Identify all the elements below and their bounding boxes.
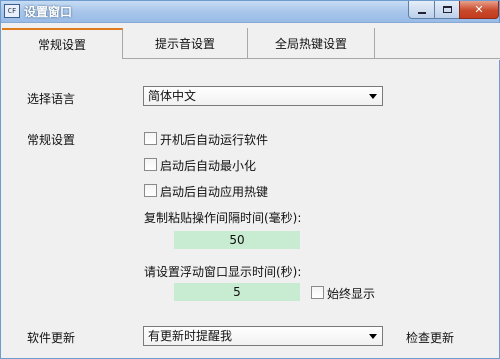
check-update-button[interactable]: 检查更新	[406, 329, 454, 346]
tab-sound-settings[interactable]: 提示音设置	[123, 28, 248, 59]
tab-hotkey-settings[interactable]: 全局热键设置	[248, 28, 375, 59]
tab-divider	[123, 58, 500, 59]
language-select[interactable]: 简体中文	[143, 86, 383, 106]
always-show-checkbox[interactable]	[311, 286, 324, 299]
maximize-icon	[442, 6, 452, 13]
float-window-time-input[interactable]: 5	[174, 283, 300, 301]
auto-hotkey-label[interactable]: 启动后自动应用热键	[160, 183, 268, 200]
minimize-icon	[417, 11, 426, 14]
maximize-button[interactable]	[434, 1, 460, 19]
close-icon: ✕	[474, 3, 484, 16]
title-bar[interactable]: CF 设置窗口 ✕	[1, 1, 499, 23]
tab-general-settings[interactable]: 常规设置	[2, 28, 123, 59]
always-show-label[interactable]: 始终显示	[327, 285, 375, 302]
auto-minimize-checkbox[interactable]	[144, 158, 157, 171]
autostart-label[interactable]: 开机后自动运行软件	[160, 131, 268, 148]
dropdown-arrow-icon	[369, 334, 377, 339]
copy-paste-interval-input[interactable]: 50	[174, 231, 300, 249]
auto-hotkey-checkbox[interactable]	[144, 184, 157, 197]
language-label: 选择语言	[27, 92, 76, 106]
copy-paste-interval-label: 复制粘贴操作间隔时间(毫秒):	[144, 211, 302, 225]
settings-window: CF 设置窗口 ✕ 常规设置 提示音设置 全局热键设置 选择语言 简体中文 常规…	[0, 0, 500, 359]
update-label: 软件更新	[27, 331, 76, 345]
close-button[interactable]: ✕	[459, 1, 499, 19]
window-title: 设置窗口	[24, 5, 73, 19]
auto-minimize-label[interactable]: 启动后自动最小化	[160, 157, 256, 174]
autostart-checkbox[interactable]	[144, 132, 157, 145]
minimize-button[interactable]	[408, 1, 435, 19]
dropdown-arrow-icon	[369, 94, 377, 99]
float-window-time-label: 请设置浮动窗口显示时间(秒):	[144, 265, 302, 279]
language-select-value: 简体中文	[148, 89, 197, 103]
tab-bar: 常规设置 提示音设置 全局热键设置	[2, 23, 500, 60]
update-select[interactable]: 有更新时提醒我	[143, 326, 383, 346]
app-icon: CF	[4, 4, 20, 18]
general-settings-panel: 选择语言 简体中文 常规设置 开机后自动运行软件 启动后自动最小化 启动后自动应…	[1, 60, 499, 359]
general-label: 常规设置	[27, 133, 76, 147]
update-select-value: 有更新时提醒我	[148, 329, 233, 343]
